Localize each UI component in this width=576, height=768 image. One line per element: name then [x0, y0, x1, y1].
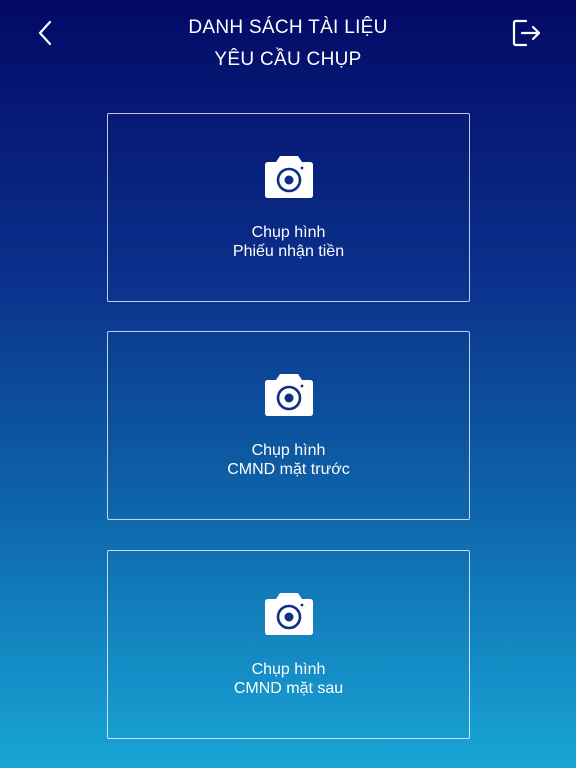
header: DANH SÁCH TÀI LIỆU YÊU CẦU CHỤP	[0, 0, 576, 90]
card-label-document: CMND mặt sau	[233, 680, 344, 697]
back-button[interactable]	[28, 18, 62, 48]
card-label-action: Chụp hình	[251, 224, 326, 241]
card-label-document: CMND mặt trước	[227, 461, 350, 478]
card-label-document: Phiếu nhận tiền	[232, 243, 345, 260]
capture-card-id-back[interactable]: Chụp hình CMND mặt sau	[107, 550, 470, 739]
logout-icon	[512, 19, 541, 47]
capture-card-id-front[interactable]: Chụp hình CMND mặt trước	[107, 331, 470, 520]
logout-button[interactable]	[508, 16, 546, 50]
capture-card-receipt[interactable]: Chụp hình Phiếu nhận tiền	[107, 113, 470, 302]
camera-icon	[265, 156, 313, 198]
card-label-action: Chụp hình	[251, 442, 326, 459]
page-title: DANH SÁCH TÀI LIỆU	[188, 17, 388, 38]
page-subtitle: YÊU CẦU CHỤP	[214, 49, 362, 70]
chevron-left-icon	[38, 20, 52, 46]
camera-icon	[265, 374, 313, 416]
card-label-action: Chụp hình	[251, 661, 326, 678]
camera-icon	[265, 593, 313, 635]
